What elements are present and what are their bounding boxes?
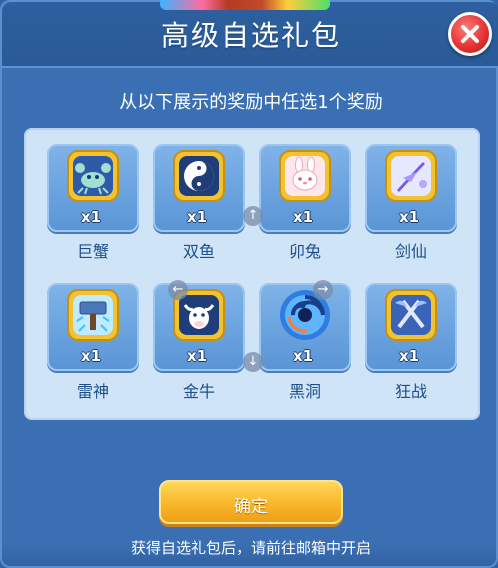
reward-item-pisces[interactable]: x1 xyxy=(153,144,245,232)
arrow-right-icon[interactable]: → xyxy=(313,280,333,300)
reward-name: 雷神 xyxy=(76,382,109,401)
reward-name: 剑仙 xyxy=(394,242,427,261)
reward-name: 巨蟹 xyxy=(76,242,109,261)
gift-pack-dialog: 高级自选礼包 从以下展示的奖励中任选1个奖励 x1 巨蟹 x1 双鱼 x1 卯兔… xyxy=(0,0,498,568)
arrow-left-icon[interactable]: ← xyxy=(168,280,188,300)
pisces-icon xyxy=(173,150,225,202)
reward-count: x1 xyxy=(186,347,208,365)
reward-count: x1 xyxy=(292,347,314,365)
footer-note: 获得自选礼包后，请前往邮箱中开启 xyxy=(130,539,371,557)
top-decoration xyxy=(160,0,330,10)
reward-count: x1 xyxy=(80,347,102,365)
reward-item-rabbit[interactable]: x1 xyxy=(259,144,351,232)
berserker-axes-icon xyxy=(385,289,437,341)
dialog-title: 高级自选礼包 xyxy=(160,19,341,52)
reward-name: 黑洞 xyxy=(288,382,321,401)
reward-name: 双鱼 xyxy=(182,242,215,261)
reward-count: x1 xyxy=(398,347,420,365)
reward-count: x1 xyxy=(398,208,420,226)
reward-item-thunder[interactable]: x1 xyxy=(47,283,139,371)
arrow-up-icon[interactable]: ↑ xyxy=(243,206,263,226)
reward-count: x1 xyxy=(186,208,208,226)
close-icon xyxy=(461,25,479,43)
arrow-down-icon[interactable]: ↓ xyxy=(243,352,263,372)
confirm-button-label: 确定 xyxy=(234,497,268,517)
reward-item-berserker[interactable]: x1 xyxy=(365,283,457,371)
reward-item-black-hole[interactable]: x1 xyxy=(259,283,351,371)
reward-item-bull[interactable]: x1 xyxy=(153,283,245,371)
reward-item-sword-immortal[interactable]: x1 xyxy=(365,144,457,232)
crab-icon xyxy=(67,150,119,202)
confirm-button[interactable]: 确定 xyxy=(159,480,343,524)
reward-grid: x1 巨蟹 x1 双鱼 x1 卯兔 x1 剑仙 x1 雷神 x1 金牛 x1 黑… xyxy=(24,128,480,420)
reward-count: x1 xyxy=(292,208,314,226)
reward-count: x1 xyxy=(80,208,102,226)
reward-name: 狂战 xyxy=(394,382,427,401)
close-button[interactable] xyxy=(448,12,492,56)
rabbit-icon xyxy=(279,150,331,202)
instructions-text: 从以下展示的奖励中任选1个奖励 xyxy=(119,92,383,113)
sword-immortal-icon xyxy=(385,150,437,202)
reward-name: 卯兔 xyxy=(288,242,321,261)
reward-name: 金牛 xyxy=(182,382,215,401)
reward-item-crab[interactable]: x1 xyxy=(47,144,139,232)
thunder-hammer-icon xyxy=(67,289,119,341)
